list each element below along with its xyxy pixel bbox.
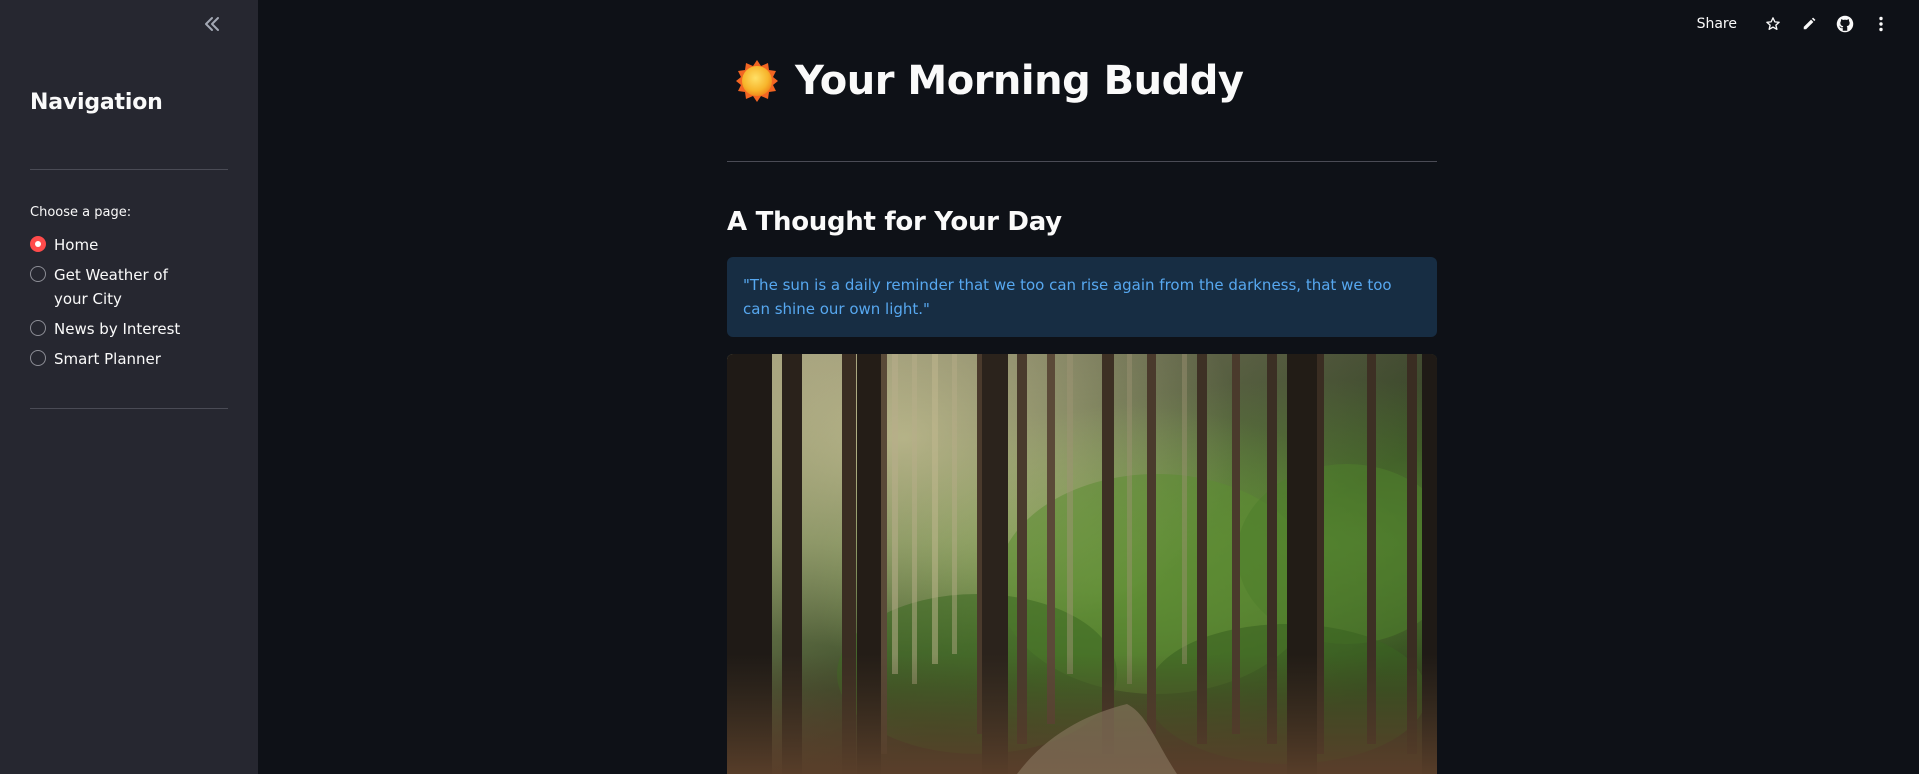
sidebar-divider-bottom [30, 408, 228, 409]
star-icon [1766, 17, 1780, 30]
forest-illustration [727, 354, 1437, 774]
section-heading: A Thought for Your Day [727, 207, 1062, 237]
app-root: Navigation Choose a page: Home Get Weath… [0, 0, 1919, 774]
radio-button[interactable] [30, 266, 46, 282]
sidebar: Navigation Choose a page: Home Get Weath… [0, 0, 258, 774]
github-icon [1836, 15, 1854, 33]
sun-icon [736, 60, 778, 102]
radio-option-label: Get Weather of your City [54, 266, 168, 308]
page-title-text: Your Morning Buddy [795, 58, 1244, 104]
forest-path-image [727, 354, 1437, 774]
share-button[interactable]: Share [1697, 16, 1737, 32]
radio-button[interactable] [30, 320, 46, 336]
pencil-icon [1803, 17, 1816, 30]
radio-button[interactable] [30, 350, 46, 366]
quote-text: "The sun is a daily reminder that we too… [743, 276, 1392, 318]
page-radio-group: Home Get Weather of your City News by In… [30, 233, 230, 377]
radio-option-home[interactable]: Home [30, 233, 230, 257]
sidebar-title: Navigation [30, 90, 163, 115]
radio-group-label: Choose a page: [30, 205, 132, 220]
favorite-button[interactable] [1755, 12, 1791, 36]
more-vertical-icon [1879, 16, 1883, 32]
radio-option-label: Home [54, 236, 99, 254]
radio-option-news[interactable]: News by Interest [30, 317, 230, 341]
app-toolbar: Share [1697, 12, 1899, 36]
edit-button[interactable] [1791, 12, 1827, 36]
collapse-sidebar-button[interactable] [200, 12, 224, 36]
github-button[interactable] [1827, 12, 1863, 36]
radio-option-planner[interactable]: Smart Planner [30, 347, 230, 371]
radio-option-weather[interactable]: Get Weather of your City [30, 263, 230, 311]
main-menu-button[interactable] [1863, 12, 1899, 36]
radio-option-label: Smart Planner [54, 350, 161, 368]
quote-info-box: "The sun is a daily reminder that we too… [727, 257, 1437, 337]
page-title: Your Morning Buddy [735, 58, 1244, 104]
title-divider [727, 161, 1437, 162]
sidebar-divider-top [30, 169, 228, 170]
radio-button-selected[interactable] [30, 236, 46, 252]
double-chevron-left-icon [205, 17, 219, 31]
radio-option-label: News by Interest [54, 320, 181, 338]
